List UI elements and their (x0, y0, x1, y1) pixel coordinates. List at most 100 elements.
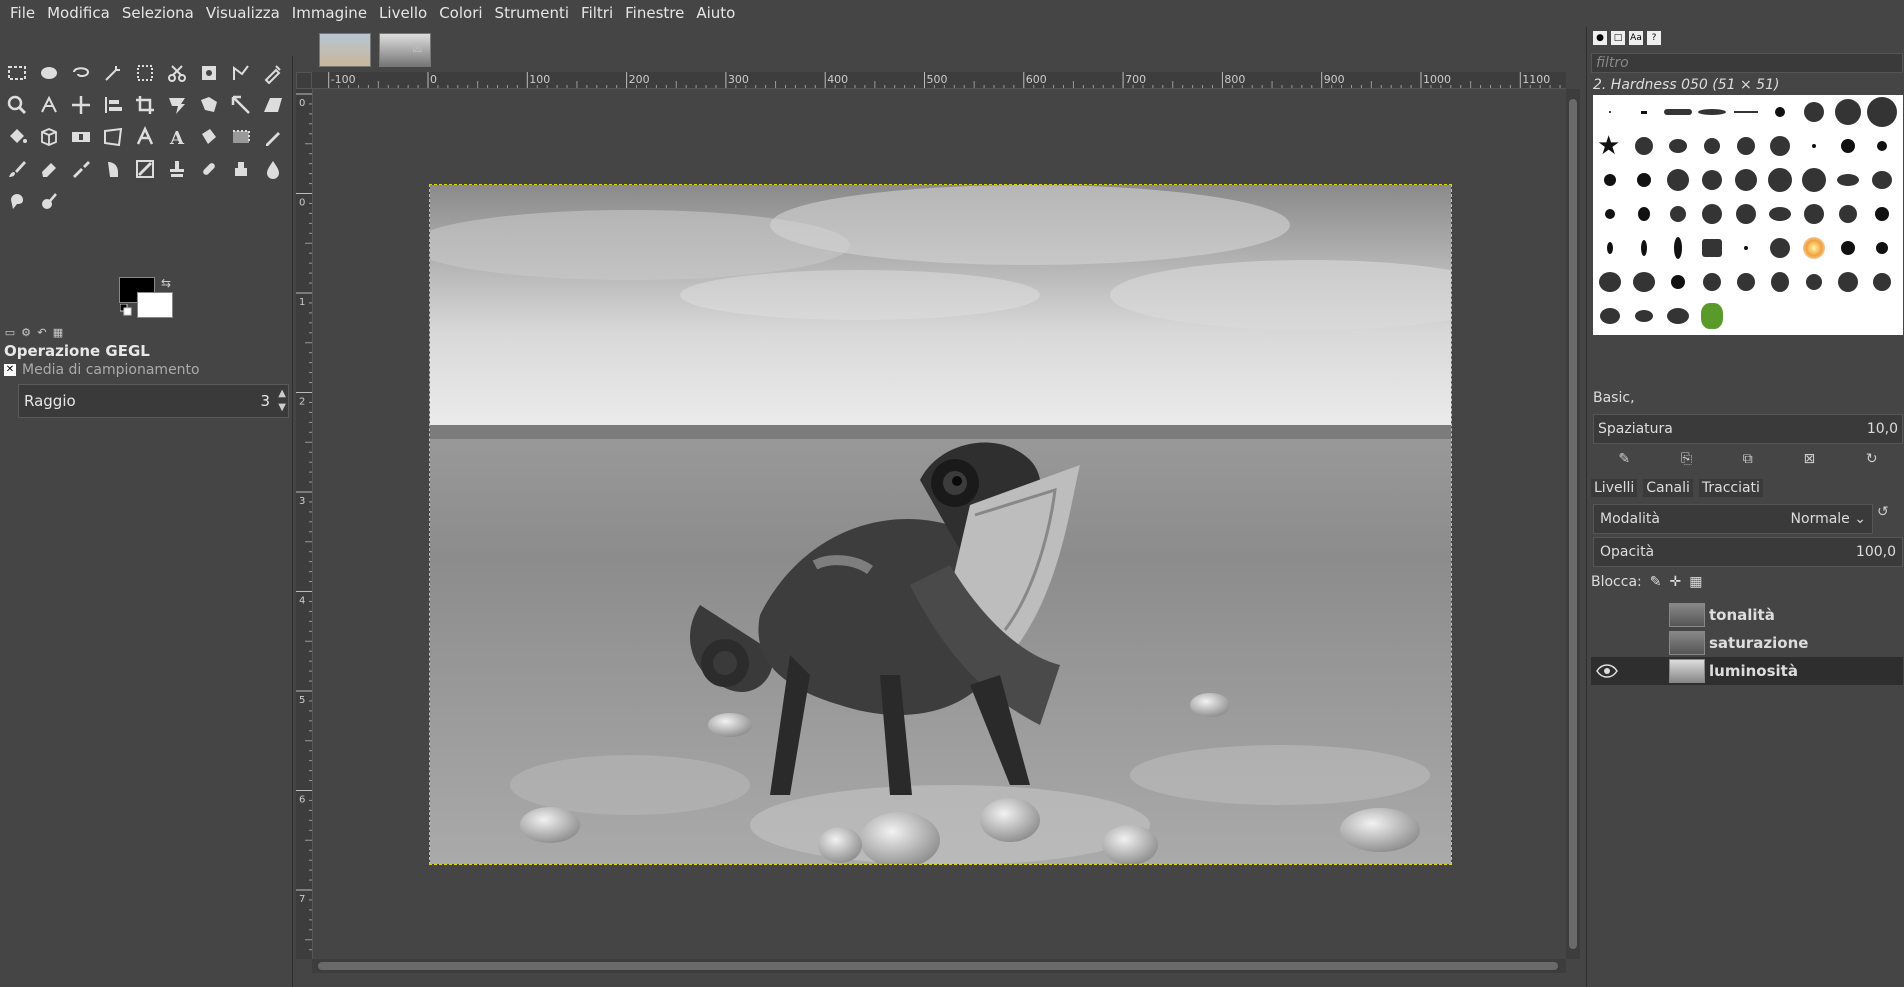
vertical-scrollbar[interactable] (1566, 89, 1580, 959)
radius-value[interactable]: 3 (260, 392, 270, 410)
ruler-corner[interactable] (296, 72, 312, 89)
pencil-icon[interactable] (258, 122, 288, 152)
perspective-clone-icon[interactable] (226, 154, 256, 184)
canvas-area[interactable] (313, 89, 1566, 959)
eye-icon[interactable] (1593, 661, 1621, 681)
brush-item[interactable] (1729, 265, 1763, 299)
opacity-slider[interactable]: Opacità 100,0 (1593, 537, 1903, 567)
images-tab-icon[interactable]: ▦ (52, 327, 64, 339)
duplicate-brush-icon[interactable]: ⧉ (1743, 451, 1753, 473)
mypaint-brush-icon[interactable] (130, 154, 160, 184)
device-status-tab-icon[interactable]: ⚙ (20, 327, 32, 339)
paths-icon[interactable] (226, 58, 256, 88)
horizontal-scrollbar-thumb[interactable] (318, 962, 1558, 970)
help-tab-icon[interactable]: ? (1647, 31, 1661, 45)
image-tab-thumbnail[interactable] (379, 33, 431, 67)
brush-item[interactable] (1865, 231, 1899, 265)
crop-icon[interactable] (130, 90, 160, 120)
refresh-brushes-icon[interactable]: ↻ (1866, 451, 1878, 473)
menu-aiuto[interactable]: Aiuto (690, 0, 741, 27)
clone-icon[interactable] (162, 154, 192, 184)
brush-item[interactable] (1661, 265, 1695, 299)
ellipse-select-icon[interactable] (34, 58, 64, 88)
gradient-text-icon[interactable]: A (162, 122, 192, 152)
brush-item[interactable] (1763, 163, 1797, 197)
menu-colori[interactable]: Colori (433, 0, 488, 27)
brush-item[interactable] (1695, 197, 1729, 231)
brush-item[interactable] (1865, 163, 1899, 197)
blend-icon[interactable] (226, 122, 256, 152)
vertical-scrollbar-thumb[interactable] (1569, 99, 1577, 949)
brush-item[interactable] (1729, 163, 1763, 197)
brush-item[interactable] (1797, 129, 1831, 163)
visibility-toggle[interactable] (1593, 605, 1621, 625)
paintbrush-icon[interactable] (2, 154, 32, 184)
brush-item[interactable] (1593, 231, 1627, 265)
brush-item[interactable] (1797, 197, 1831, 231)
brush-item[interactable] (1763, 231, 1797, 265)
handle-transform-icon[interactable] (226, 90, 256, 120)
brush-item[interactable] (1763, 129, 1797, 163)
brush-item[interactable] (1695, 265, 1729, 299)
lasso-icon[interactable] (66, 58, 96, 88)
seamless-clone-icon[interactable] (66, 122, 96, 152)
horizontal-scrollbar[interactable] (312, 959, 1566, 973)
vertical-ruler[interactable]: 0 0 1 2 3 4 5 6 7 (296, 89, 313, 959)
layer-mode-select[interactable]: Modalità Normale ⌄ (1593, 504, 1873, 534)
brush-item[interactable] (1763, 95, 1797, 129)
brush-item[interactable] (1627, 299, 1661, 333)
brush-item[interactable] (1797, 265, 1831, 299)
radius-spinner[interactable]: Raggio 3 ▲ ▼ (18, 384, 289, 418)
brush-filter-input[interactable]: filtro (1591, 53, 1903, 73)
brush-item[interactable] (1797, 163, 1831, 197)
brush-item[interactable] (1729, 197, 1763, 231)
dodge-burn-icon[interactable] (34, 186, 64, 216)
move-icon[interactable] (66, 90, 96, 120)
brush-item[interactable] (1865, 197, 1899, 231)
measure-icon[interactable] (34, 90, 64, 120)
tab-layers[interactable]: Livelli (1591, 479, 1638, 497)
close-icon[interactable]: ✕ (4, 364, 16, 376)
bucket-fill-icon[interactable] (2, 122, 32, 152)
tab-channels[interactable]: Canali (1643, 479, 1693, 497)
brush-item[interactable] (1729, 95, 1763, 129)
new-brush-icon[interactable]: ⎘ (1681, 451, 1692, 473)
brush-item[interactable] (1729, 231, 1763, 265)
brush-item[interactable] (1831, 95, 1865, 129)
brush-item[interactable] (1763, 197, 1797, 231)
patterns-tab-icon[interactable]: □ (1611, 31, 1625, 45)
brush-item[interactable] (1797, 231, 1831, 265)
cage-transform-icon[interactable] (98, 122, 128, 152)
warp-icon[interactable] (194, 90, 224, 120)
airbrush-icon[interactable] (66, 154, 96, 184)
brush-item[interactable] (1661, 95, 1695, 129)
tool-options-tab-icon[interactable]: ▭ (4, 327, 16, 339)
layer-row[interactable]: luminosità (1591, 657, 1903, 685)
menu-file[interactable]: File (4, 0, 41, 27)
reset-mode-icon[interactable]: ↺ (1877, 504, 1889, 520)
perspective-icon[interactable] (258, 90, 288, 120)
brush-item[interactable] (1627, 197, 1661, 231)
menu-immagine[interactable]: Immagine (286, 0, 373, 27)
delete-brush-icon[interactable]: ⊠ (1803, 451, 1815, 473)
brush-item[interactable] (1797, 95, 1831, 129)
color-select-icon[interactable] (130, 58, 160, 88)
menu-livello[interactable]: Livello (373, 0, 433, 27)
align-icon[interactable] (98, 90, 128, 120)
brush-item[interactable] (1831, 129, 1865, 163)
eraser-icon[interactable] (34, 154, 64, 184)
fonts-tab-icon[interactable]: Aa (1629, 31, 1643, 45)
brush-item[interactable] (1593, 197, 1627, 231)
reset-colors-icon[interactable] (119, 303, 132, 316)
brush-item[interactable] (1661, 197, 1695, 231)
close-tab-icon[interactable]: ⊠ (412, 41, 423, 56)
heal-icon[interactable] (194, 154, 224, 184)
brush-item[interactable] (1627, 129, 1661, 163)
text-icon[interactable] (130, 122, 160, 152)
brush-item[interactable] (1661, 299, 1695, 333)
scissors-icon[interactable] (162, 58, 192, 88)
zoom-icon[interactable] (2, 90, 32, 120)
brush-item[interactable] (1661, 163, 1695, 197)
lock-alpha-icon[interactable]: ▦ (1689, 574, 1702, 590)
image-tab-thumbnail[interactable] (319, 33, 371, 67)
